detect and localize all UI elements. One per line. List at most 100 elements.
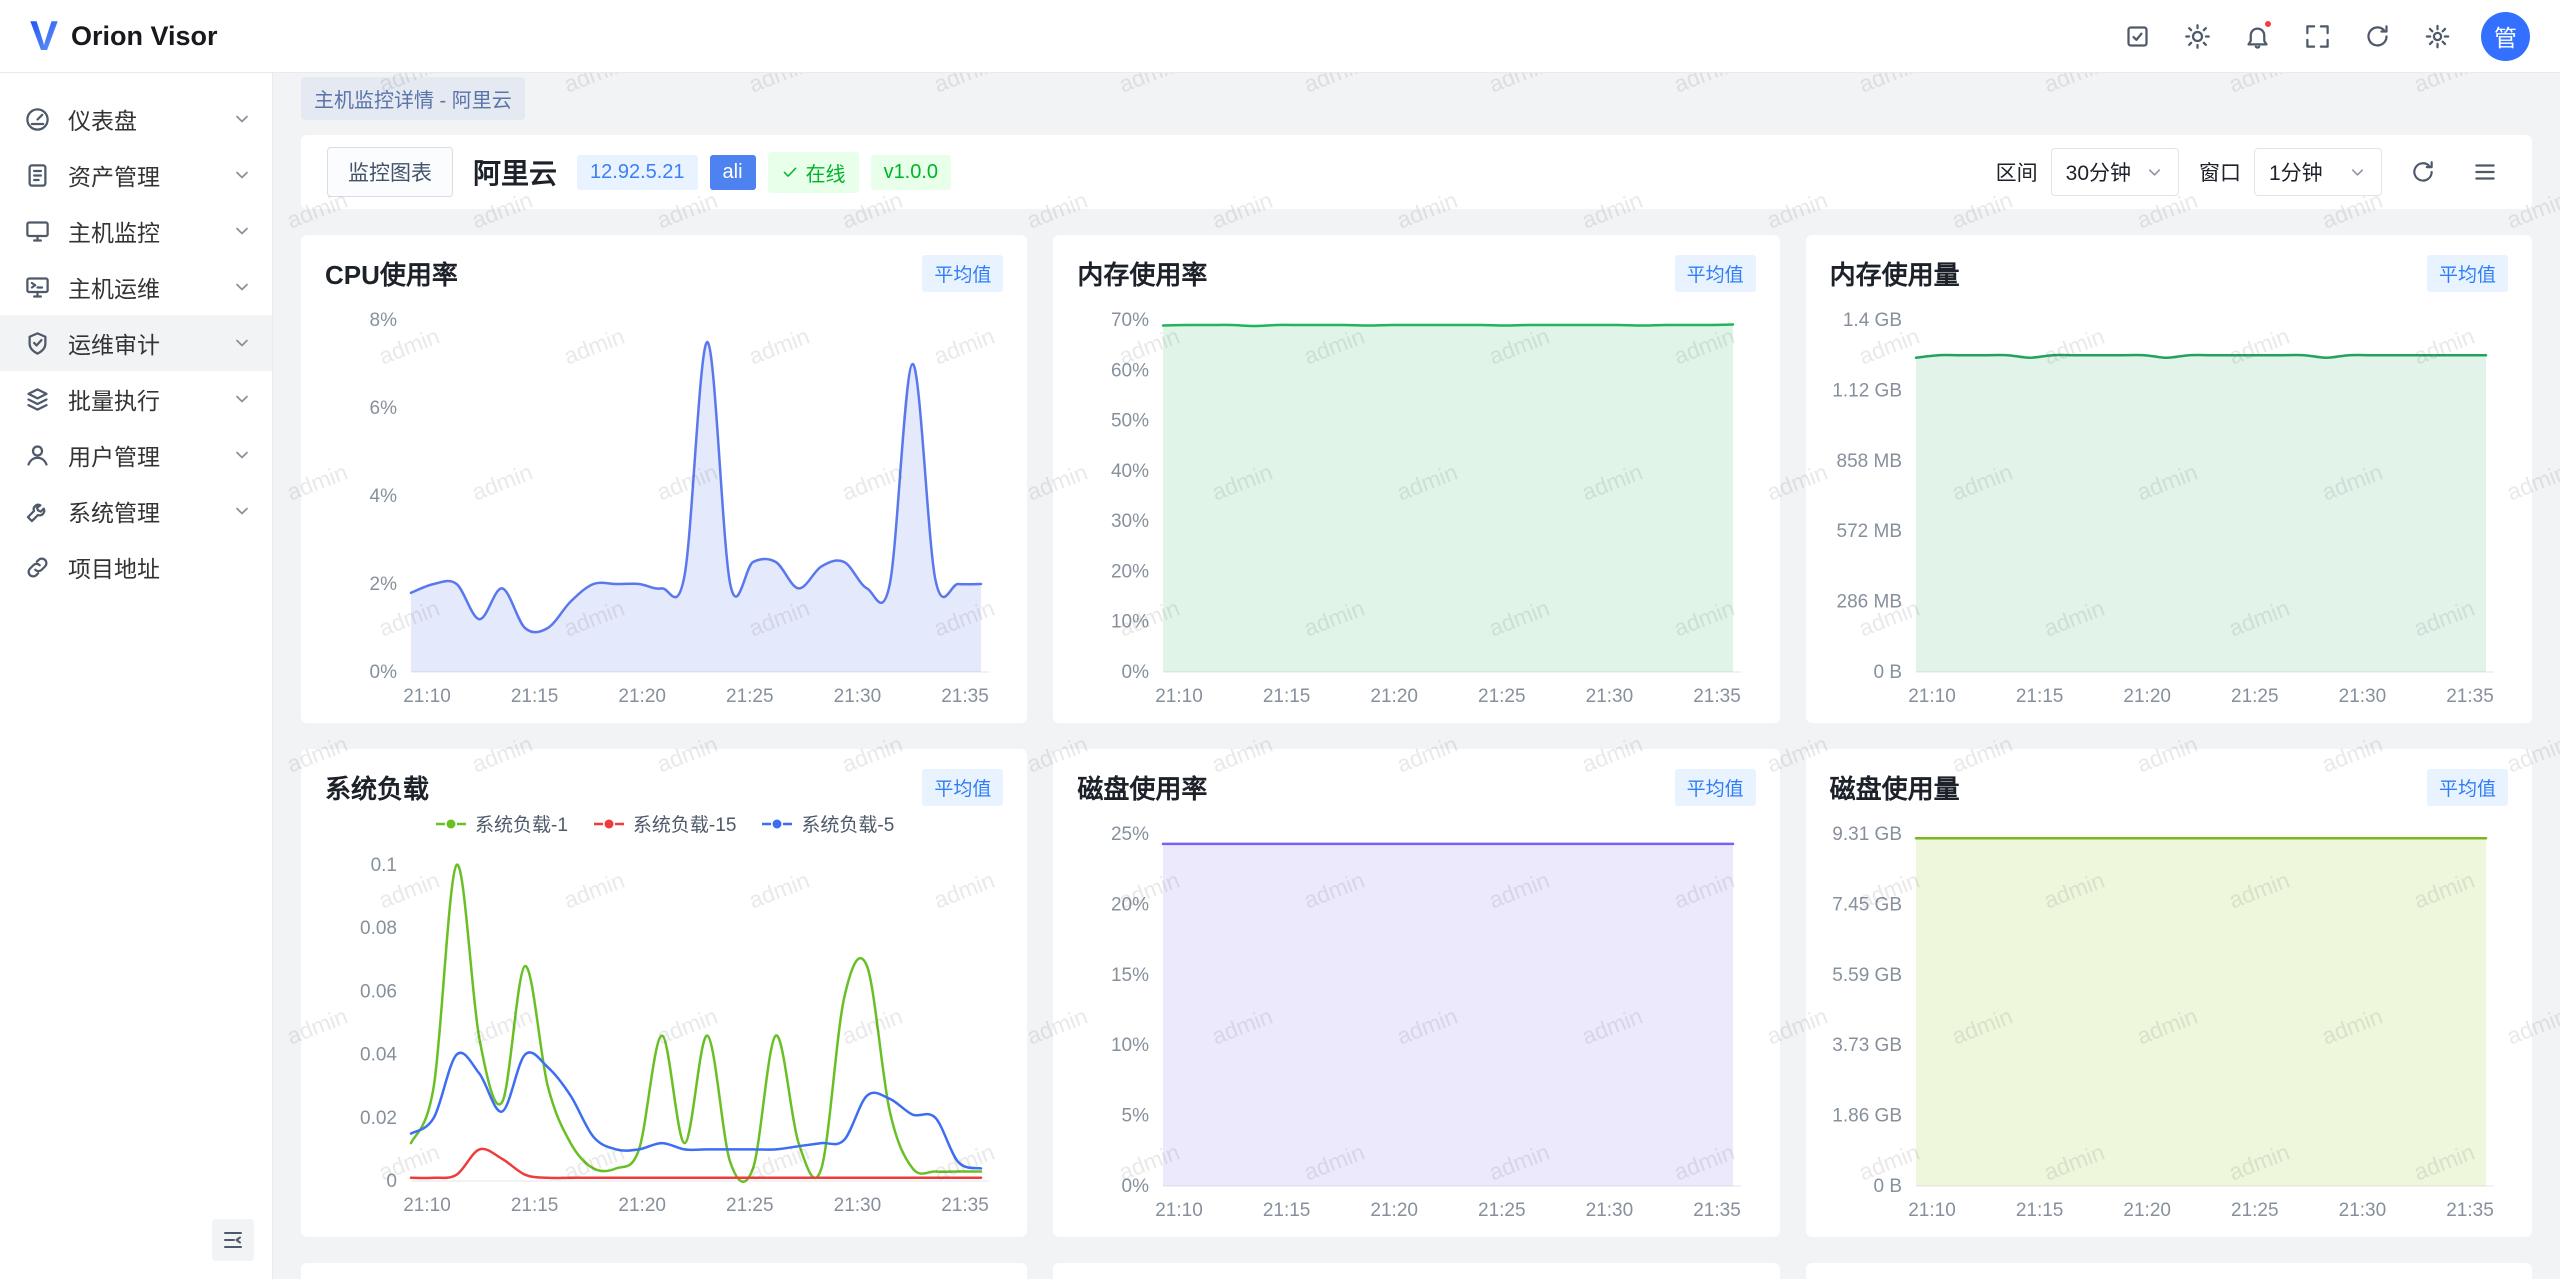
window-select[interactable]: 1分钟 (2254, 148, 2382, 196)
svg-text:21:35: 21:35 (941, 1195, 989, 1216)
sidebar-item-label: 系统管理 (68, 494, 215, 528)
sidebar-item-label: 批量执行 (68, 382, 215, 416)
breadcrumb-item[interactable]: 主机监控详情 - 阿里云 (301, 77, 525, 120)
chart-head: 系统负载平均值 (325, 769, 1003, 806)
chart-title: CPU使用率 (325, 255, 458, 292)
chart-list-button[interactable] (2464, 151, 2506, 193)
svg-text:21:25: 21:25 (1478, 1200, 1526, 1221)
chart-plot: 0%10%20%30%40%50%60%70%21:1021:1521:2021… (1077, 304, 1753, 708)
svg-text:21:35: 21:35 (2446, 1200, 2494, 1221)
svg-text:5%: 5% (1122, 1106, 1150, 1127)
sidebar-item-1[interactable]: 资产管理 (0, 147, 272, 203)
chart-plot: 0%5%10%15%20%25%21:1021:1521:2021:2521:3… (1077, 818, 1753, 1222)
svg-text:21:15: 21:15 (511, 1195, 559, 1216)
link-icon (24, 554, 51, 581)
sidebar-item-6[interactable]: 用户管理 (0, 427, 272, 483)
sidebar-item-label: 运维审计 (68, 326, 215, 360)
chart-plot: 0 B1.86 GB3.73 GB5.59 GB7.45 GB9.31 GB21… (1830, 818, 2506, 1222)
average-badge[interactable]: 平均值 (922, 255, 1003, 292)
fullscreen-icon (2304, 23, 2331, 50)
svg-text:21:10: 21:10 (403, 686, 451, 707)
avatar[interactable]: 管 (2481, 12, 2530, 61)
svg-text:21:15: 21:15 (2015, 686, 2063, 707)
svg-text:20%: 20% (1111, 561, 1149, 582)
average-badge[interactable]: 平均值 (1675, 255, 1756, 292)
average-badge[interactable]: 平均值 (922, 769, 1003, 806)
host-toolbar-right: 区间 30分钟 窗口 1分钟 (1996, 148, 2506, 196)
host-tag: 12.92.5.21 (577, 155, 698, 190)
svg-text:21:30: 21:30 (834, 686, 882, 707)
topbar-actions: 管 (2115, 12, 2530, 61)
legend-item[interactable]: 系统负载-1 (434, 810, 568, 837)
refresh-button[interactable] (2355, 14, 2399, 58)
main-content: adminadminadminadminadminadminadminadmin… (273, 73, 2560, 1279)
svg-text:21:15: 21:15 (511, 686, 559, 707)
sidebar-item-3[interactable]: 主机运维 (0, 259, 272, 315)
svg-text:21:25: 21:25 (726, 1195, 774, 1216)
svg-text:21:10: 21:10 (1908, 686, 1956, 707)
host-tag: 在线 (768, 152, 859, 193)
average-badge[interactable]: 平均值 (1675, 769, 1756, 806)
refresh-button[interactable] (2402, 151, 2444, 193)
average-badge[interactable]: 平均值 (2427, 769, 2508, 806)
svg-text:21:25: 21:25 (2231, 686, 2279, 707)
sidebar-item-8[interactable]: 项目地址 (0, 539, 272, 595)
theme-icon (2184, 23, 2211, 50)
legend-marker-icon (760, 817, 794, 831)
average-badge[interactable]: 平均值 (2427, 255, 2508, 292)
sidebar-item-label: 项目地址 (68, 550, 252, 584)
chart-head: CPU使用率 平均值 (325, 255, 1003, 292)
sidebar-item-label: 用户管理 (68, 438, 215, 472)
chart-head: 内存使用量平均值 (1830, 255, 2508, 292)
svg-text:21:30: 21:30 (2338, 1200, 2386, 1221)
window-value: 1分钟 (2269, 157, 2323, 187)
settings-icon (2424, 23, 2451, 50)
legend-item[interactable]: 系统负载-5 (760, 810, 894, 837)
dashboard-icon (24, 106, 51, 133)
sidebar-item-7[interactable]: 系统管理 (0, 483, 272, 539)
monitor-chart-button[interactable]: 监控图表 (327, 147, 453, 197)
bell-button[interactable] (2235, 14, 2279, 58)
svg-text:21:25: 21:25 (1478, 686, 1526, 707)
chart-card (1053, 1263, 1779, 1279)
svg-text:21:20: 21:20 (1371, 686, 1419, 707)
chart-plot: 00.020.040.060.080.121:1021:1521:2021:25… (325, 849, 1001, 1217)
sidebar-item-label: 主机监控 (68, 214, 215, 248)
legend-marker-icon (592, 817, 626, 831)
sidebar-item-2[interactable]: 主机监控 (0, 203, 272, 259)
settings-button[interactable] (2415, 14, 2459, 58)
svg-text:858 MB: 858 MB (1836, 451, 1901, 472)
chart-title: 磁盘使用量 (1830, 769, 1960, 806)
sidebar-item-0[interactable]: 仪表盘 (0, 91, 272, 147)
check-square-button[interactable] (2115, 14, 2159, 58)
menu-fold-icon (221, 1228, 245, 1252)
fullscreen-button[interactable] (2295, 14, 2339, 58)
svg-text:0 B: 0 B (1873, 662, 1902, 683)
check-icon (781, 163, 799, 181)
svg-text:6%: 6% (370, 398, 398, 419)
sidebar-collapse-button[interactable] (212, 1219, 254, 1261)
topbar: V Orion Visor 管 (0, 0, 2560, 73)
chart-area: 00.020.040.060.080.121:1021:1521:2021:25… (325, 849, 1003, 1217)
user-icon (24, 442, 51, 469)
svg-text:10%: 10% (1111, 612, 1149, 633)
svg-text:10%: 10% (1111, 1035, 1149, 1056)
legend-item[interactable]: 系统负载-15 (592, 810, 736, 837)
svg-text:15%: 15% (1111, 965, 1149, 986)
svg-text:2%: 2% (370, 574, 398, 595)
theme-button[interactable] (2175, 14, 2219, 58)
svg-text:286 MB: 286 MB (1836, 592, 1901, 613)
sidebar-item-4[interactable]: 运维审计 (0, 315, 272, 371)
chart-area: 0%2%4%6%8%21:1021:1521:2021:2521:3021:35 (325, 304, 1003, 708)
chart-area: 0%5%10%15%20%25%21:1021:1521:2021:2521:3… (1077, 818, 1755, 1222)
chart-head: 磁盘使用率平均值 (1077, 769, 1755, 806)
chart-card-5: 磁盘使用量 平均值 0 B1.86 GB3.73 GB5.59 GB7.45 GB9… (1806, 749, 2532, 1237)
sidebar-item-5[interactable]: 批量执行 (0, 371, 272, 427)
chevron-down-icon (232, 333, 252, 353)
chevron-down-icon (232, 165, 252, 185)
chart-card-4: 磁盘使用率平均值0%5%10%15%20%25%21:1021:1521:202… (1053, 749, 1779, 1237)
interval-select[interactable]: 30分钟 (2051, 148, 2179, 196)
chevron-down-icon (2348, 163, 2367, 182)
brand[interactable]: V Orion Visor (30, 15, 218, 57)
svg-text:21:10: 21:10 (1156, 1200, 1204, 1221)
